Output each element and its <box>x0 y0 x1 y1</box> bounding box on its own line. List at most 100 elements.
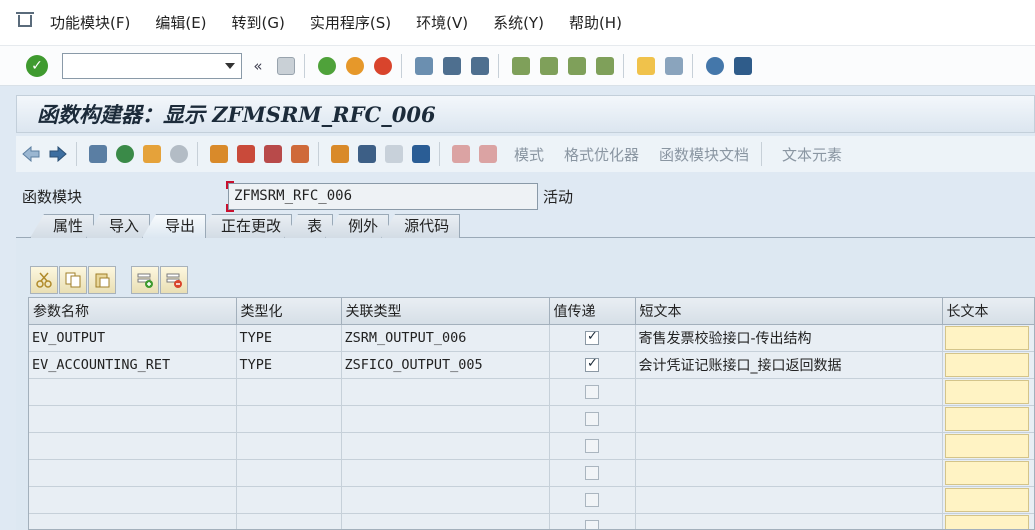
long-text-button[interactable] <box>944 379 1029 404</box>
menu-goto[interactable]: 转到(G) <box>232 12 285 33</box>
long-text-button[interactable] <box>944 514 1029 529</box>
menu-system[interactable]: 系统(Y) <box>493 12 544 33</box>
typing-cell[interactable] <box>236 432 342 460</box>
pass-value-checkbox[interactable] <box>585 465 599 480</box>
back-icon[interactable] <box>315 54 339 78</box>
tab-source-code[interactable]: 源代码 <box>381 214 461 238</box>
typing-cell[interactable] <box>236 486 342 514</box>
pass-value-checkbox[interactable] <box>585 438 599 453</box>
check-icon[interactable] <box>113 142 137 166</box>
associated-type-cell[interactable] <box>341 513 550 529</box>
session-breakpoint-icon[interactable] <box>476 142 500 166</box>
previous-page-icon[interactable] <box>537 54 561 78</box>
collapse-icon[interactable]: « <box>246 54 270 78</box>
typing-cell[interactable] <box>236 459 342 487</box>
command-field[interactable] <box>62 52 242 79</box>
parameter-name-cell[interactable] <box>29 432 237 460</box>
long-text-button[interactable] <box>944 325 1029 350</box>
other-object-icon[interactable] <box>86 142 110 166</box>
short-text-cell[interactable] <box>635 378 943 406</box>
tab-import[interactable]: 导入 <box>86 214 151 238</box>
command-input[interactable] <box>63 53 213 78</box>
col-parameter-name[interactable]: 参数名称 <box>29 298 237 325</box>
tab-export[interactable]: 导出 <box>142 214 207 238</box>
find-next-icon[interactable] <box>468 54 492 78</box>
insert-row-icon[interactable] <box>131 266 159 294</box>
parameter-name-cell[interactable] <box>29 378 237 406</box>
find-icon[interactable] <box>440 54 464 78</box>
menu-function-module[interactable]: 功能模块(F) <box>50 12 130 33</box>
short-text-cell[interactable] <box>635 513 943 529</box>
text-elements-button[interactable]: 文本元素 <box>782 144 842 165</box>
long-text-button[interactable] <box>944 460 1029 485</box>
enter-check-icon[interactable]: ✓ <box>26 54 48 77</box>
tab-attributes[interactable]: 属性 <box>30 214 95 238</box>
associated-type-cell[interactable] <box>341 486 550 514</box>
paste-icon[interactable] <box>88 266 116 294</box>
short-text-cell[interactable]: 寄售发票校验接口-传出结构 <box>635 324 943 352</box>
print-icon[interactable] <box>412 54 436 78</box>
parameter-name-cell[interactable]: EV_OUTPUT <box>29 324 237 352</box>
long-text-button[interactable] <box>944 352 1029 377</box>
menu-edit[interactable]: 编辑(E) <box>155 12 206 33</box>
function-module-field[interactable]: ZFMSRM_RFC_006 <box>226 181 538 212</box>
pretty-printer-button[interactable]: 格式优化器 <box>564 144 639 165</box>
exit-icon[interactable] <box>343 54 367 78</box>
col-short-text[interactable]: 短文本 <box>635 298 943 325</box>
menu-environment[interactable]: 环境(V) <box>416 12 468 33</box>
typing-cell[interactable]: TYPE <box>236 351 342 379</box>
typing-cell[interactable] <box>236 513 342 529</box>
test-icon[interactable] <box>234 142 258 166</box>
save-icon[interactable] <box>274 54 298 78</box>
long-text-button[interactable] <box>944 406 1029 431</box>
first-page-icon[interactable] <box>509 54 533 78</box>
pass-value-checkbox[interactable] <box>585 411 599 426</box>
typing-cell[interactable] <box>236 405 342 433</box>
short-text-cell[interactable] <box>635 405 943 433</box>
long-text-button[interactable] <box>944 487 1029 512</box>
short-text-cell[interactable] <box>635 459 943 487</box>
pass-value-checkbox[interactable] <box>585 329 599 345</box>
col-typing[interactable]: 类型化 <box>236 298 342 325</box>
parameter-name-cell[interactable] <box>29 486 237 514</box>
copy-icon[interactable] <box>59 266 87 294</box>
long-text-button[interactable] <box>944 433 1029 458</box>
associated-type-cell[interactable] <box>341 405 550 433</box>
chevron-down-icon[interactable] <box>225 62 235 69</box>
info-icon[interactable] <box>409 142 433 166</box>
associated-type-cell[interactable] <box>341 459 550 487</box>
pattern-button[interactable]: 模式 <box>514 144 544 165</box>
associated-type-cell[interactable]: ZSFICO_OUTPUT_005 <box>341 351 550 379</box>
short-text-cell[interactable] <box>635 432 943 460</box>
function-module-doc-button[interactable]: 函数模块文档 <box>659 144 749 165</box>
typing-cell[interactable] <box>236 378 342 406</box>
delete-row-icon[interactable] <box>160 266 188 294</box>
menu-help[interactable]: 帮助(H) <box>569 12 622 33</box>
menu-exit-icon[interactable] <box>16 11 38 34</box>
tab-changing[interactable]: 正在更改 <box>198 214 293 238</box>
short-text-cell[interactable]: 会计凭证记账接口_接口返回数据 <box>635 351 943 379</box>
display-change-icon[interactable] <box>140 142 164 166</box>
last-page-icon[interactable] <box>593 54 617 78</box>
parameter-name-cell[interactable] <box>29 459 237 487</box>
arrow-left-icon[interactable] <box>19 142 43 166</box>
short-text-cell[interactable] <box>635 486 943 514</box>
object-list-icon[interactable] <box>261 142 285 166</box>
layout-menu-icon[interactable] <box>731 54 755 78</box>
arrow-right-icon[interactable] <box>46 142 70 166</box>
associated-type-cell[interactable]: ZSRM_OUTPUT_006 <box>341 324 550 352</box>
parameter-name-cell[interactable]: EV_ACCOUNTING_RET <box>29 351 237 379</box>
stack-icon[interactable] <box>355 142 379 166</box>
parameter-name-cell[interactable] <box>29 405 237 433</box>
menu-utilities[interactable]: 实用程序(S) <box>310 12 391 33</box>
navigation-icon[interactable] <box>288 142 312 166</box>
breakpoint-icon[interactable] <box>449 142 473 166</box>
cancel-icon[interactable] <box>371 54 395 78</box>
pass-value-checkbox[interactable] <box>585 384 599 399</box>
pass-value-checkbox[interactable] <box>585 356 599 372</box>
tab-exceptions[interactable]: 例外 <box>325 214 390 238</box>
pass-value-checkbox[interactable] <box>585 519 599 529</box>
shortcut-icon[interactable] <box>662 54 686 78</box>
window-icon[interactable] <box>382 142 406 166</box>
next-page-icon[interactable] <box>565 54 589 78</box>
